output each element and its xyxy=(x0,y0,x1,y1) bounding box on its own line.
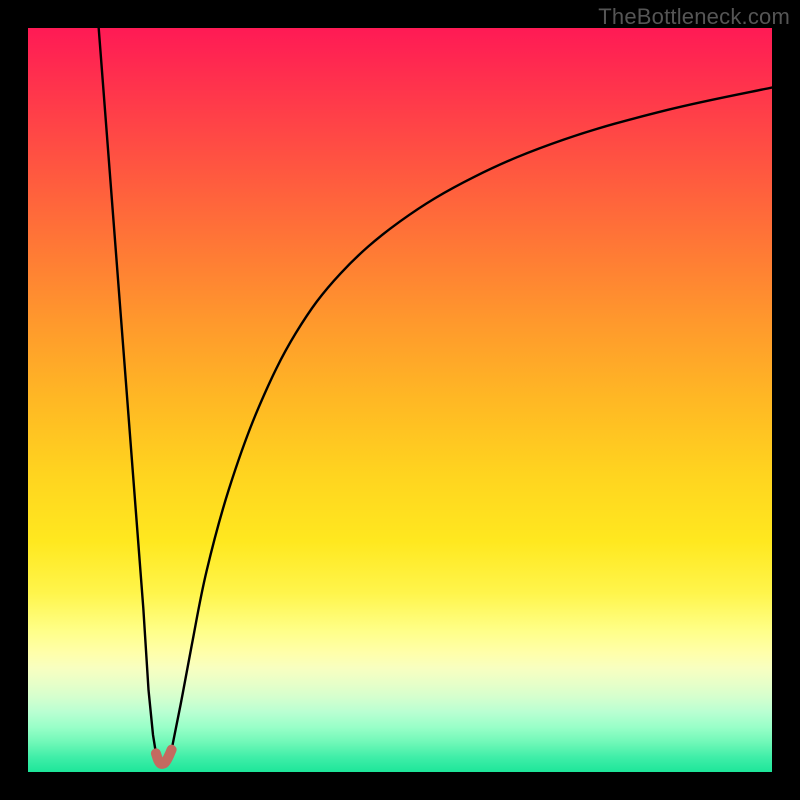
plot-area xyxy=(28,28,772,772)
curve-left-branch xyxy=(99,28,156,753)
outer-frame: TheBottleneck.com xyxy=(0,0,800,800)
chart-svg xyxy=(28,28,772,772)
curve-right-branch xyxy=(172,88,772,750)
watermark-text: TheBottleneck.com xyxy=(598,4,790,30)
dip-marker xyxy=(156,750,172,764)
